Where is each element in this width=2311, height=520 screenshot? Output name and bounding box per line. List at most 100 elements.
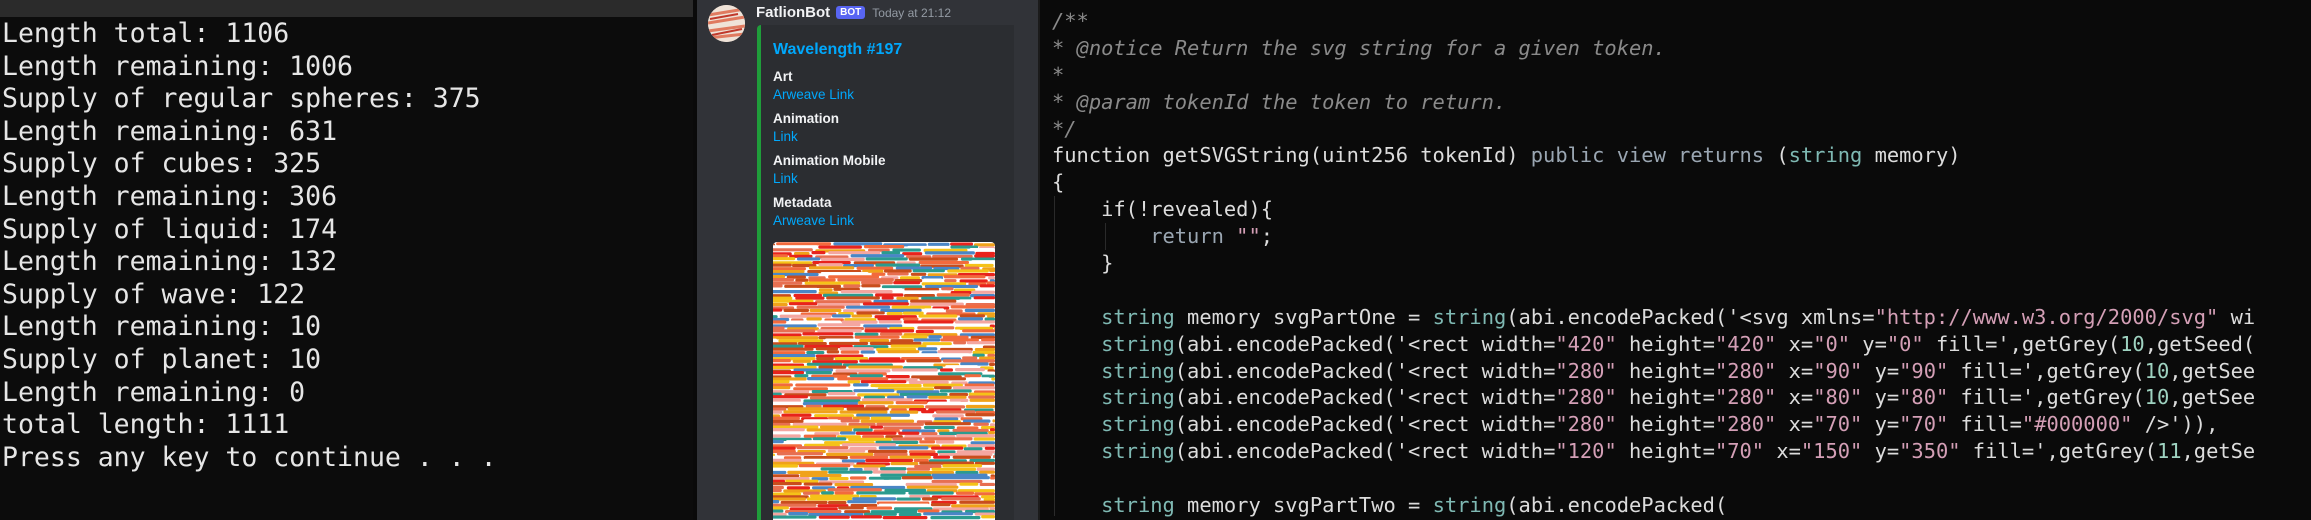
art-stroke: [868, 476, 902, 480]
art-stroke: [776, 242, 832, 246]
art-stroke: [864, 329, 915, 333]
art-stroke: [802, 491, 820, 495]
art-stroke: [817, 329, 862, 333]
art-stroke: [806, 362, 843, 366]
art-stroke: [970, 441, 995, 445]
art-stroke: [783, 410, 838, 414]
art-stroke: [924, 437, 973, 441]
art-stroke: [794, 374, 809, 378]
art-stroke: [787, 470, 828, 474]
art-stroke: [974, 492, 995, 496]
art-stroke: [806, 317, 822, 321]
art-stroke: [887, 272, 909, 276]
art-stroke: [964, 308, 995, 312]
code-line: /**: [1052, 9, 1089, 33]
author-name[interactable]: FatlionBot: [756, 4, 830, 21]
art-stroke: [965, 413, 995, 417]
art-stroke: [778, 339, 824, 343]
art-stroke: [947, 269, 989, 273]
art-stroke: [934, 417, 959, 421]
art-stroke: [852, 416, 870, 420]
art-stroke: [831, 314, 851, 318]
terminal-line: Length remaining: 0: [2, 376, 306, 408]
art-stroke: [845, 305, 891, 309]
art-stroke: [826, 452, 874, 456]
code-line: if(!revealed){: [1052, 197, 1273, 222]
art-stroke: [951, 504, 995, 508]
field-link[interactable]: Link: [773, 170, 886, 188]
art-stroke: [856, 491, 906, 495]
art-stroke: [922, 342, 952, 346]
art-stroke: [849, 374, 884, 378]
art-stroke: [861, 281, 893, 285]
embed-title[interactable]: Wavelength #197: [773, 41, 902, 59]
art-stroke: [924, 251, 975, 255]
art-stroke: [890, 462, 919, 466]
art-stroke: [923, 425, 955, 430]
art-stroke: [812, 437, 847, 441]
art-stroke: [896, 497, 921, 501]
art-stroke: [892, 290, 949, 294]
art-stroke: [798, 464, 851, 468]
terminal-line: Length remaining: 631: [2, 115, 338, 147]
art-stroke: [839, 410, 888, 414]
art-stroke: [984, 317, 995, 321]
art-stroke: [971, 260, 995, 264]
art-stroke: [799, 473, 842, 478]
art-stroke: [858, 401, 894, 405]
art-stroke: [810, 494, 860, 498]
art-stroke: [870, 384, 922, 388]
art-stroke: [963, 447, 983, 451]
art-stroke: [979, 284, 995, 288]
art-stroke: [773, 434, 801, 438]
art-stroke: [843, 284, 861, 288]
art-stroke: [882, 516, 928, 520]
embed-field-art: Art Arweave Link: [773, 68, 854, 104]
art-stroke: [818, 288, 833, 292]
art-stroke: [773, 470, 787, 475]
art-stroke: [788, 302, 818, 306]
art-stroke: [773, 245, 818, 249]
art-stroke: [781, 413, 812, 417]
art-stroke: [987, 314, 995, 318]
art-stroke: [890, 344, 927, 348]
embed-artwork-image[interactable]: [773, 242, 995, 520]
art-stroke: [839, 347, 874, 351]
art-stroke: [863, 245, 905, 249]
embed-field-animation-mobile: Animation Mobile Link: [773, 152, 886, 188]
field-name: Animation: [773, 111, 839, 126]
code-line: * @notice Return the svg string for a gi…: [1052, 35, 1666, 60]
code-line: {: [1052, 170, 1065, 195]
art-stroke: [773, 416, 800, 420]
art-stroke: [783, 308, 810, 312]
art-stroke: [954, 441, 969, 445]
field-link[interactable]: Link: [773, 128, 839, 146]
art-stroke: [921, 296, 972, 300]
art-stroke: [923, 308, 945, 312]
art-stroke: [773, 326, 785, 330]
bot-avatar[interactable]: [708, 5, 745, 42]
code-line: string(abi.encodePacked('<rect width="12…: [1101, 439, 2256, 464]
art-stroke: [773, 500, 780, 504]
art-stroke: [974, 254, 995, 258]
art-stroke: [773, 344, 804, 348]
wavelength-art: [773, 242, 995, 520]
art-stroke: [796, 257, 821, 261]
art-stroke: [927, 401, 962, 405]
art-stroke: [834, 491, 854, 495]
art-stroke: [941, 497, 981, 501]
art-stroke: [803, 419, 839, 423]
art-stroke: [984, 479, 995, 483]
terminal-line: Length remaining: 306: [2, 180, 338, 212]
field-link[interactable]: Arweave Link: [773, 86, 854, 104]
code-content[interactable]: /** * @notice Return the svg string for a…: [1052, 8, 2255, 519]
art-stroke: [898, 513, 922, 517]
art-stroke: [773, 263, 792, 267]
terminal-line: Supply of liquid: 174: [2, 213, 338, 245]
field-link[interactable]: Arweave Link: [773, 212, 854, 230]
art-stroke: [921, 410, 935, 414]
art-stroke: [808, 266, 855, 270]
art-stroke: [795, 296, 825, 300]
art-stroke: [950, 305, 995, 309]
art-stroke: [773, 485, 784, 490]
